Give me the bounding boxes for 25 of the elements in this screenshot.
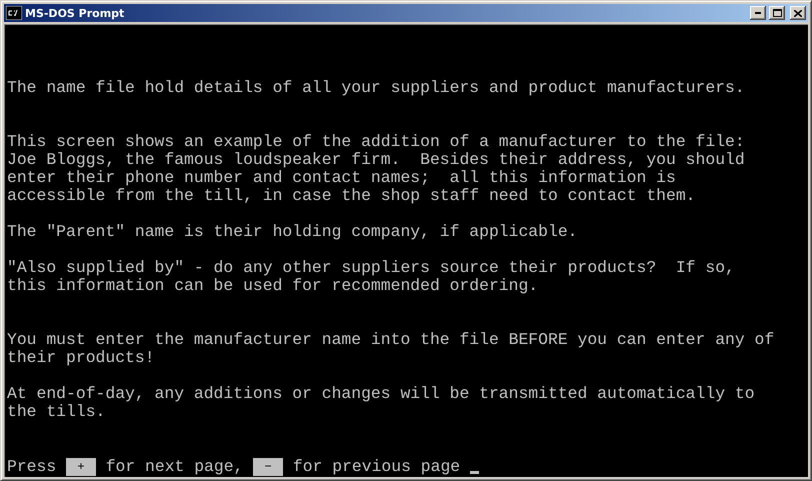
console-line: the tills. [7, 403, 106, 421]
maximize-button[interactable] [769, 6, 785, 20]
key-cap: + [66, 458, 96, 476]
console-line: their products! [7, 349, 156, 367]
prompt-text: Press [7, 458, 56, 476]
console-line: accessible from the till, in case the shop staff need to contact them. [7, 187, 697, 205]
console-line: Joe Bloggs, the famous loudspeaker firm. Besides their address, you should [7, 151, 746, 169]
minimize-button[interactable] [750, 6, 766, 20]
console-line: The "Parent" name is their holding company, if applicable. [7, 223, 578, 241]
console-line: You must enter the manufacturer name into the file BEFORE you can enter any of [7, 331, 776, 349]
key-cap: − [253, 458, 283, 476]
console-line: The name file hold details of all your suppliers and product manufacturers. [7, 79, 746, 97]
window-title: MS-DOS Prompt [25, 6, 126, 20]
prompt-text: for next page, [106, 458, 244, 476]
console-line: enter their phone number and contact names; all this information is [7, 169, 677, 187]
close-button[interactable] [790, 6, 806, 20]
prompt-text: for previous page [292, 458, 460, 476]
maximize-icon [772, 9, 782, 17]
console-line: This screen shows an example of the addition of a manufacturer to the file: [7, 133, 746, 151]
minimize-icon [755, 12, 761, 14]
console-icon [6, 6, 22, 20]
console-line: "Also supplied by" - do any other suppliers source their products? If so, [7, 259, 736, 277]
close-icon [794, 10, 802, 16]
console-line: At end-of-day, any additions or changes will be transmitted automatically to [7, 385, 756, 403]
console-line: this information can be used for recommended ordering. [7, 277, 540, 295]
